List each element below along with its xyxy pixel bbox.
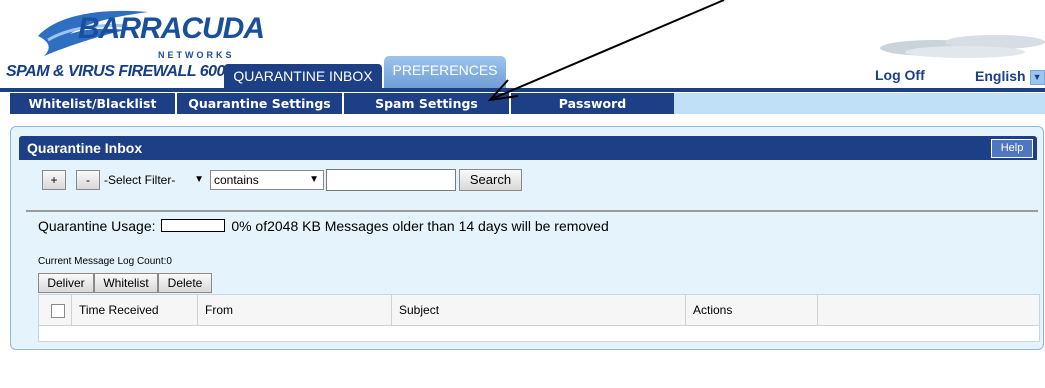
log-off-link[interactable]: Log Off xyxy=(875,67,925,83)
filter-condition-value: contains xyxy=(214,173,259,187)
subnav-spam-settings[interactable]: Spam Settings xyxy=(344,93,509,114)
usage-progress-bar xyxy=(161,219,226,232)
whitelist-button[interactable]: Whitelist xyxy=(94,273,158,293)
section-divider xyxy=(26,210,1038,212)
column-time-received[interactable]: Time Received xyxy=(79,295,159,325)
product-name: SPAM & VIRUS FIREWALL 600 xyxy=(6,63,225,80)
tab-preferences[interactable]: PREFERENCES xyxy=(384,56,506,88)
message-log-count: Current Message Log Count:0 xyxy=(38,256,172,267)
logo-wordmark: BARRACUDA xyxy=(78,12,265,45)
search-input[interactable] xyxy=(326,169,456,191)
message-table: Time Received From Subject Actions xyxy=(38,294,1040,342)
filter-field-select[interactable]: -Select Filter- ▼ xyxy=(104,170,208,190)
add-filter-button[interactable]: + xyxy=(42,170,66,190)
header-rule xyxy=(0,88,1045,92)
tab-quarantine-inbox[interactable]: QUARANTINE INBOX xyxy=(224,64,382,88)
language-label: English xyxy=(975,68,1026,84)
chevron-down-icon: ▼ xyxy=(309,174,319,185)
usage-text: 0% of2048 KB Messages older than 14 days… xyxy=(231,218,609,234)
subnav-password[interactable]: Password xyxy=(511,93,674,114)
column-divider xyxy=(391,295,392,325)
usage-label: Quarantine Usage: xyxy=(38,218,156,234)
panel-title: Quarantine Inbox xyxy=(27,140,143,156)
deliver-button[interactable]: Deliver xyxy=(38,273,94,293)
subnav-quarantine-settings[interactable]: Quarantine Settings xyxy=(177,93,342,114)
remove-filter-button[interactable]: - xyxy=(76,170,100,190)
column-actions[interactable]: Actions xyxy=(693,295,732,325)
cloud-decoration xyxy=(880,35,1045,58)
search-button[interactable]: Search xyxy=(459,169,522,191)
subnav-whitelist-blacklist[interactable]: Whitelist/Blacklist xyxy=(10,93,175,114)
language-select[interactable]: English ▼ xyxy=(975,68,1045,85)
panel-header: Quarantine Inbox Help xyxy=(19,136,1037,160)
column-subject[interactable]: Subject xyxy=(399,295,439,325)
filter-condition-select[interactable]: contains ▼ xyxy=(210,170,324,190)
column-from[interactable]: From xyxy=(205,295,233,325)
quarantine-usage: Quarantine Usage: 0% of2048 KB Messages … xyxy=(38,218,609,234)
filter-field-value: -Select Filter- xyxy=(104,173,176,187)
table-header-row: Time Received From Subject Actions xyxy=(39,295,1039,326)
select-all-checkbox[interactable] xyxy=(51,304,65,318)
delete-button[interactable]: Delete xyxy=(158,273,212,293)
column-divider xyxy=(71,295,72,325)
chevron-down-icon: ▼ xyxy=(194,174,204,185)
chevron-down-icon[interactable]: ▼ xyxy=(1029,70,1045,85)
preferences-subnav: Whitelist/Blacklist Quarantine Settings … xyxy=(10,93,1045,114)
help-button[interactable]: Help xyxy=(991,139,1033,158)
column-divider xyxy=(197,295,198,325)
logo-subtitle: NETWORKS xyxy=(158,50,235,60)
column-divider xyxy=(685,295,686,325)
column-divider xyxy=(817,295,818,325)
